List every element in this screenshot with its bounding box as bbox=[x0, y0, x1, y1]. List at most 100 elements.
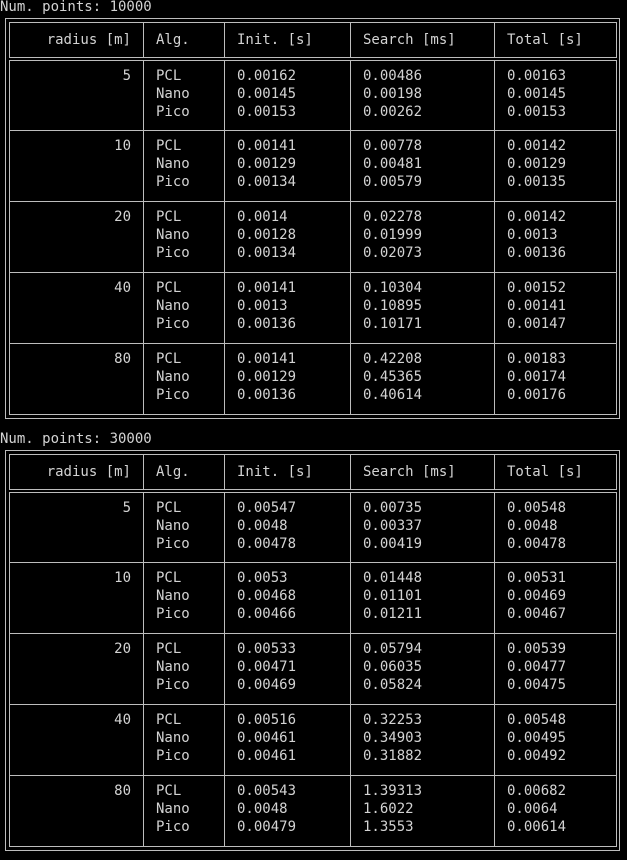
init-value: 0.00461 bbox=[237, 747, 297, 764]
alg-name: Pico bbox=[156, 173, 190, 190]
search-value: 0.10895 bbox=[363, 297, 423, 314]
total-value: 0.00548 bbox=[507, 711, 567, 728]
init-value: 0.00129 bbox=[237, 368, 297, 385]
alg-cell: PCL Nano Pico bbox=[143, 703, 225, 776]
search-cell: 1.39313 1.6022 1.3553 bbox=[350, 774, 495, 847]
num-points-caption: Num. points: 10000 bbox=[0, 0, 152, 15]
alg-name: PCL bbox=[156, 279, 182, 296]
alg-name: Pico bbox=[156, 104, 190, 120]
radius-cell: 80 bbox=[9, 342, 144, 415]
total-value: 0.00152 bbox=[507, 279, 567, 296]
radius-value: 10 bbox=[114, 137, 131, 154]
results-table-frame: radius [m] Alg. Init. [s] Search [ms] Total … bbox=[5, 18, 620, 419]
init-cell: 0.0014 0.00128 0.00134 bbox=[224, 200, 351, 273]
search-cell: 0.00486 0.00198 0.00262 bbox=[350, 58, 495, 131]
total-cell: 0.00163 0.00145 0.00153 bbox=[494, 58, 617, 131]
init-value: 0.00471 bbox=[237, 658, 297, 675]
search-value: 0.00486 bbox=[363, 68, 423, 84]
alg-name: Nano bbox=[156, 587, 190, 604]
search-value: 0.00579 bbox=[363, 173, 423, 190]
radius-value: 5 bbox=[122, 500, 131, 516]
alg-name: Nano bbox=[156, 729, 190, 746]
search-value: 0.01101 bbox=[363, 587, 423, 604]
radius-value: 80 bbox=[114, 782, 131, 799]
alg-name: PCL bbox=[156, 68, 182, 84]
total-cell: 0.00682 0.0064 0.00614 bbox=[494, 774, 617, 847]
search-cell: 0.10304 0.10895 0.10171 bbox=[350, 271, 495, 344]
header-total: Total [s] bbox=[494, 22, 617, 61]
init-cell: 0.00141 0.0013 0.00136 bbox=[224, 271, 351, 344]
search-value: 0.05824 bbox=[363, 676, 423, 693]
radius-value: 20 bbox=[114, 640, 131, 657]
total-cell: 0.00548 0.0048 0.00478 bbox=[494, 490, 617, 563]
radius-group-row: 40 PCL Nano Pico 0.00516 0.00461 0.00461 0.3225… bbox=[9, 703, 617, 776]
init-value: 0.00478 bbox=[237, 536, 297, 552]
search-value: 0.06035 bbox=[363, 658, 423, 675]
init-value: 0.00141 bbox=[237, 137, 297, 154]
total-value: 0.0013 bbox=[507, 226, 558, 243]
total-value: 0.00469 bbox=[507, 587, 567, 604]
search-value: 0.00778 bbox=[363, 137, 423, 154]
init-value: 0.00145 bbox=[237, 86, 297, 102]
init-value: 0.00543 bbox=[237, 782, 297, 799]
total-cell: 0.00142 0.0013 0.00136 bbox=[494, 200, 617, 273]
search-value: 1.39313 bbox=[363, 782, 423, 799]
alg-name: Nano bbox=[156, 518, 190, 534]
init-cell: 0.00543 0.0048 0.00479 bbox=[224, 774, 351, 847]
search-value: 0.34903 bbox=[363, 729, 423, 746]
num-points-caption: Num. points: 30000 bbox=[0, 431, 152, 447]
init-value: 0.0013 bbox=[237, 297, 288, 314]
search-value: 0.00262 bbox=[363, 104, 423, 120]
alg-name: Nano bbox=[156, 368, 190, 385]
init-cell: 0.00162 0.00145 0.00153 bbox=[224, 58, 351, 131]
search-value: 0.00198 bbox=[363, 86, 423, 102]
alg-cell: PCL Nano Pico bbox=[143, 200, 225, 273]
search-value: 0.40614 bbox=[363, 386, 423, 403]
alg-cell: PCL Nano Pico bbox=[143, 271, 225, 344]
header-radius: radius [m] bbox=[9, 454, 144, 493]
results-table: radius [m] Alg. Init. [s] Search [ms] Total … bbox=[9, 454, 617, 847]
init-cell: 0.00516 0.00461 0.00461 bbox=[224, 703, 351, 776]
alg-name: Pico bbox=[156, 676, 190, 693]
alg-cell: PCL Nano Pico bbox=[143, 632, 225, 705]
alg-name: Pico bbox=[156, 536, 190, 552]
search-value: 0.10171 bbox=[363, 315, 423, 332]
total-value: 0.00145 bbox=[507, 86, 567, 102]
alg-name: PCL bbox=[156, 500, 182, 516]
init-cell: 0.00141 0.00129 0.00136 bbox=[224, 342, 351, 415]
search-cell: 0.00735 0.00337 0.00419 bbox=[350, 490, 495, 563]
init-cell: 0.00547 0.0048 0.00478 bbox=[224, 490, 351, 563]
header-init: Init. [s] bbox=[224, 22, 351, 61]
radius-value: 10 bbox=[114, 569, 131, 586]
search-value: 0.10304 bbox=[363, 279, 423, 296]
total-value: 0.0064 bbox=[507, 800, 558, 817]
search-value: 0.45365 bbox=[363, 368, 423, 385]
radius-value: 40 bbox=[114, 711, 131, 728]
search-value: 0.02073 bbox=[363, 244, 423, 261]
alg-name: Pico bbox=[156, 386, 190, 403]
total-value: 0.00539 bbox=[507, 640, 567, 657]
radius-cell: 20 bbox=[9, 200, 144, 273]
init-value: 0.0014 bbox=[237, 208, 288, 225]
total-value: 0.00153 bbox=[507, 104, 567, 120]
results-table: radius [m] Alg. Init. [s] Search [ms] Total … bbox=[9, 22, 617, 415]
total-value: 0.00174 bbox=[507, 368, 567, 385]
total-value: 0.00477 bbox=[507, 658, 567, 675]
search-value: 0.31882 bbox=[363, 747, 423, 764]
radius-cell: 20 bbox=[9, 632, 144, 705]
header-total: Total [s] bbox=[494, 454, 617, 493]
search-cell: 0.32253 0.34903 0.31882 bbox=[350, 703, 495, 776]
header-search: Search [ms] bbox=[350, 454, 495, 493]
radius-cell: 40 bbox=[9, 703, 144, 776]
init-value: 0.00141 bbox=[237, 350, 297, 367]
alg-name: Pico bbox=[156, 818, 190, 835]
search-value: 0.01448 bbox=[363, 569, 423, 586]
init-value: 0.00461 bbox=[237, 729, 297, 746]
total-value: 0.0048 bbox=[507, 518, 558, 534]
alg-cell: PCL Nano Pico bbox=[143, 58, 225, 131]
alg-cell: PCL Nano Pico bbox=[143, 490, 225, 563]
total-value: 0.00495 bbox=[507, 729, 567, 746]
init-value: 0.00162 bbox=[237, 68, 297, 84]
total-value: 0.00142 bbox=[507, 208, 567, 225]
radius-group-row: 10 PCL Nano Pico 0.0053 0.00468 0.00466 0.01448… bbox=[9, 561, 617, 634]
